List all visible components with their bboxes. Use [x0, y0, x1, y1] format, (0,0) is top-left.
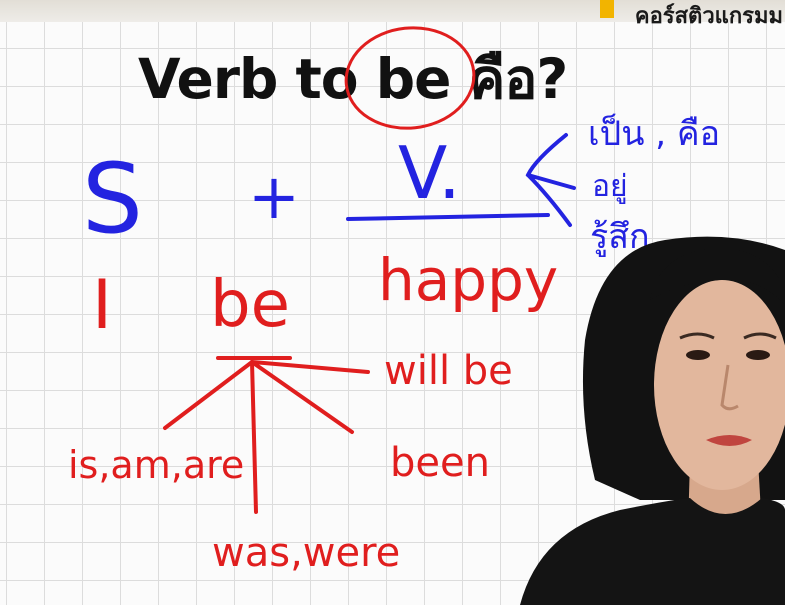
- presenter-eye-right: [746, 350, 770, 360]
- verb-forms-arrows: [163, 356, 370, 514]
- example-verb: be: [210, 268, 290, 342]
- meaning-stay: อยู่: [592, 169, 628, 204]
- meaning-be-is: เป็น , คือ: [588, 113, 720, 154]
- formula-subject: S: [82, 143, 143, 255]
- meaning-bracket: [525, 133, 576, 227]
- example-subject: I: [92, 266, 112, 345]
- form-past: was,were: [212, 530, 400, 576]
- formula-underline: [346, 213, 550, 221]
- presenter-face: [654, 280, 785, 490]
- formula-plus: +: [248, 160, 300, 233]
- formula-verb: V.: [398, 131, 461, 215]
- presenter-eye-left: [686, 350, 710, 360]
- form-future: will be: [384, 348, 513, 394]
- form-perfect: been: [390, 440, 490, 486]
- form-present: is,am,are: [68, 443, 244, 487]
- presenter-shirt: [520, 498, 785, 605]
- title-highlight-circle: [344, 26, 476, 130]
- presenter-video: [520, 236, 785, 605]
